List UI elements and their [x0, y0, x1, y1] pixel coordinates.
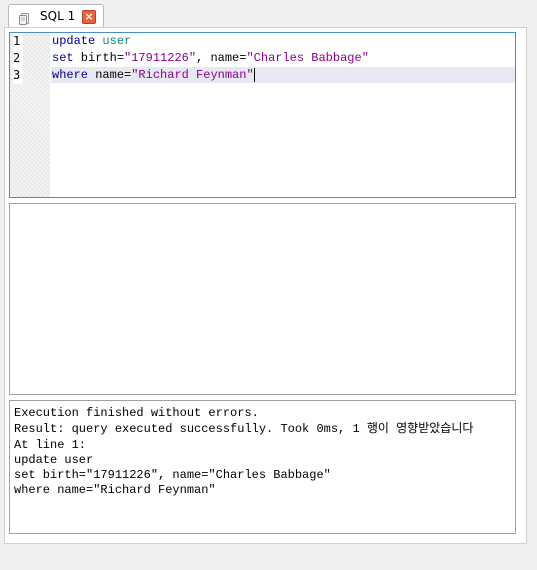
code-token-str: "Charles Babbage": [246, 51, 369, 65]
line-number: 3: [13, 67, 23, 84]
code-token-kw: where: [52, 68, 89, 82]
close-icon[interactable]: ×: [82, 10, 96, 24]
code-line[interactable]: where name="Richard Feynman": [52, 67, 255, 84]
text-cursor: [253, 67, 255, 82]
code-line[interactable]: set birth="17911226", name="Charles Babb…: [52, 50, 369, 67]
line-number-gutter: 1 2 3: [10, 33, 50, 197]
tab-label: SQL 1: [40, 9, 76, 23]
code-token-plain: birth=: [73, 51, 125, 65]
message-line: set birth="17911226", name="Charles Babb…: [14, 468, 331, 482]
message-line: Result: query executed successfully. Too…: [14, 422, 474, 436]
message-line: update user: [14, 453, 94, 467]
tab-bar: SQL 1 ×: [4, 0, 527, 28]
code-token-plain: , name=: [196, 51, 247, 65]
message-line: where name="Richard Feynman": [14, 483, 216, 497]
result-grid[interactable]: [9, 203, 516, 395]
line-number: 1: [13, 33, 23, 50]
sql-document-icon: [18, 10, 31, 25]
code-line[interactable]: update user: [52, 33, 131, 50]
message-output[interactable]: Execution finished without errors. Resul…: [9, 400, 516, 534]
code-token-plain: name=: [88, 68, 132, 82]
message-line: Execution finished without errors.: [14, 406, 259, 420]
code-token-ident: user: [102, 34, 132, 48]
sql-editor[interactable]: 1 2 3 update user set birth="17911226", …: [9, 32, 516, 198]
code-token-kw: set: [52, 51, 74, 65]
line-number: 2: [13, 50, 23, 67]
tab-sql-1[interactable]: SQL 1 ×: [8, 4, 104, 28]
code-token-str: "17911226": [124, 51, 197, 65]
code-token-kw: update: [52, 34, 96, 48]
message-line: At line 1:: [14, 438, 87, 452]
code-token-str: "Richard Feynman": [131, 68, 254, 82]
